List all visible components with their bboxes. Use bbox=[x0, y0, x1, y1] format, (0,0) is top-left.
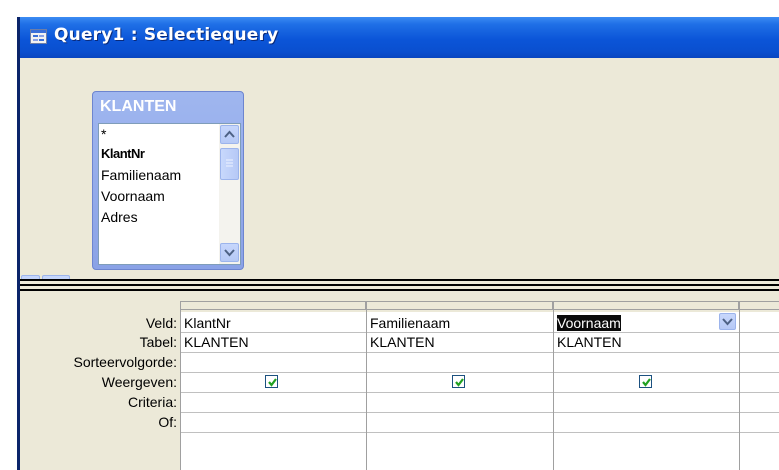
cell-field[interactable]: Familienaam bbox=[370, 315, 450, 331]
chevron-down-icon bbox=[224, 249, 235, 257]
field-list-scrollbar[interactable] bbox=[219, 124, 240, 264]
cell-table[interactable]: KLANTEN bbox=[184, 334, 249, 350]
field-list-item-primary-key[interactable]: KlantNr bbox=[101, 146, 145, 161]
field-dropdown-button[interactable] bbox=[719, 313, 736, 330]
cell-table[interactable]: KLANTEN bbox=[557, 334, 622, 350]
title-bar[interactable]: Query1 : Selectiequery bbox=[20, 17, 779, 58]
row-label-table: Tabel: bbox=[139, 334, 177, 350]
field-list-item[interactable]: Familienaam bbox=[101, 167, 181, 183]
cell-field-selected[interactable]: Voornaam bbox=[557, 315, 621, 331]
row-label-field: Veld: bbox=[145, 315, 177, 331]
column-selector[interactable] bbox=[366, 301, 553, 310]
query-window: Query1 : Selectiequery KLANTEN * KlantNr… bbox=[17, 17, 779, 470]
cell-table[interactable]: KLANTEN bbox=[370, 334, 435, 350]
show-checkbox[interactable] bbox=[639, 375, 652, 388]
show-checkbox[interactable] bbox=[265, 375, 278, 388]
chevron-up-icon bbox=[224, 130, 235, 138]
row-label-sort: Sorteervolgorde: bbox=[73, 354, 177, 370]
checkmark-icon bbox=[455, 378, 464, 387]
chevron-down-icon bbox=[722, 318, 733, 326]
show-checkbox[interactable] bbox=[452, 375, 465, 388]
row-label-show: Weergeven: bbox=[101, 374, 177, 390]
grid-body bbox=[180, 312, 779, 470]
table-box-klanten[interactable]: KLANTEN * KlantNr Familienaam Voornaam A… bbox=[92, 91, 244, 270]
checkmark-icon bbox=[268, 378, 277, 387]
field-list[interactable]: * KlantNr Familienaam Voornaam Adres bbox=[98, 123, 241, 265]
scroll-thumb[interactable] bbox=[220, 148, 239, 180]
field-list-item[interactable]: Adres bbox=[101, 209, 138, 225]
row-label-criteria: Criteria: bbox=[127, 394, 177, 410]
column-selector[interactable] bbox=[553, 301, 739, 310]
window-title: Query1 : Selectiequery bbox=[54, 25, 279, 45]
field-list-item[interactable]: * bbox=[101, 126, 106, 142]
column-selector[interactable] bbox=[180, 301, 366, 310]
cell-field[interactable]: KlantNr bbox=[184, 315, 231, 331]
table-box-title[interactable]: KLANTEN bbox=[100, 98, 176, 116]
scroll-up-button[interactable] bbox=[220, 125, 239, 144]
design-grid: Veld: Tabel: Sorteervolgorde: Weergeven:… bbox=[20, 291, 779, 470]
table-pane[interactable]: KLANTEN * KlantNr Familienaam Voornaam A… bbox=[20, 58, 779, 294]
scroll-down-button[interactable] bbox=[220, 243, 239, 262]
field-list-item[interactable]: Voornaam bbox=[101, 188, 165, 204]
column-selector[interactable] bbox=[739, 301, 779, 310]
pane-splitter[interactable] bbox=[20, 279, 779, 291]
query-icon bbox=[30, 29, 47, 44]
row-label-or: Of: bbox=[158, 414, 177, 430]
checkmark-icon bbox=[642, 378, 651, 387]
